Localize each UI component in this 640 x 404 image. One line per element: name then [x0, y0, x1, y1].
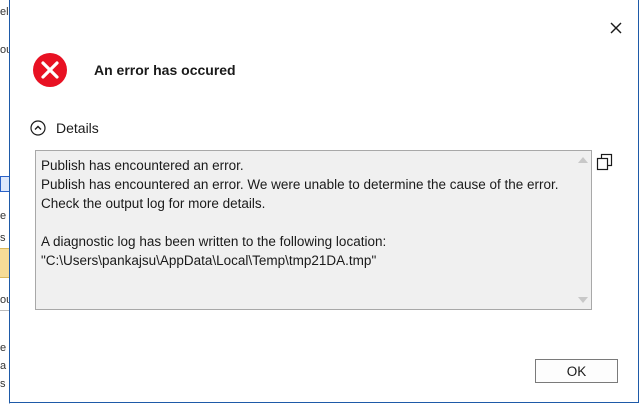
scroll-up-icon[interactable] [578, 157, 588, 163]
dialog-heading: An error has occured [94, 62, 236, 78]
screen: el ou e s ou e a s An error has occured [0, 0, 640, 404]
vertical-scrollbar[interactable] [575, 151, 591, 309]
error-dialog: An error has occured Details Publish has… [9, 0, 639, 403]
copy-icon [596, 153, 613, 171]
background-text: el [0, 6, 9, 18]
details-text: Publish has encountered an error. Publis… [41, 158, 559, 268]
chevron-up-circle-icon [30, 120, 46, 136]
error-circle-icon [32, 52, 68, 88]
close-icon [610, 22, 622, 34]
background-text: e [0, 210, 7, 222]
background-text: a [0, 360, 7, 372]
copy-button[interactable] [596, 153, 616, 173]
ok-button[interactable]: OK [535, 359, 618, 383]
scroll-down-icon[interactable] [578, 297, 588, 303]
background-text: s [0, 378, 6, 390]
background-text: s [0, 232, 6, 244]
background-highlight [0, 248, 9, 278]
background-text: e [0, 342, 7, 354]
close-button[interactable] [606, 18, 626, 38]
background-divider [0, 310, 9, 311]
details-label: Details [56, 120, 99, 136]
details-textbox[interactable]: Publish has encountered an error. Publis… [35, 150, 592, 310]
details-toggle[interactable]: Details [30, 120, 99, 136]
